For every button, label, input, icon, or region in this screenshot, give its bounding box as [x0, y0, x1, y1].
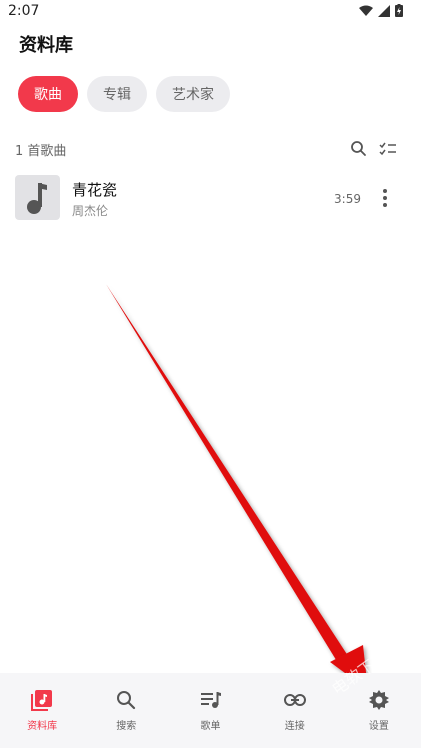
- nav-playlist[interactable]: 歌单: [168, 673, 252, 748]
- chip-songs[interactable]: 歌曲: [18, 76, 78, 112]
- nav-search-label: 搜索: [116, 721, 137, 732]
- annotation-arrow: [106, 284, 368, 690]
- music-note-icon: [26, 182, 47, 214]
- nav-settings[interactable]: 设置: [337, 673, 421, 748]
- wifi-icon: [359, 5, 373, 16]
- chip-artists[interactable]: 艺术家: [156, 76, 230, 112]
- song-artist: 周杰伦: [72, 204, 109, 218]
- status-icons: [359, 4, 403, 17]
- nav-playlist-label: 歌单: [200, 721, 221, 732]
- battery-icon: [395, 4, 403, 17]
- more-options-icon[interactable]: [381, 187, 389, 209]
- nav-library[interactable]: 资料库: [0, 673, 84, 748]
- chip-albums[interactable]: 专辑: [87, 76, 147, 112]
- library-icon: [30, 688, 54, 712]
- nav-library-label: 资料库: [27, 721, 58, 732]
- nav-connect-label: 连接: [284, 721, 305, 732]
- multi-select-icon[interactable]: [378, 139, 398, 159]
- nav-connect[interactable]: 连接: [253, 673, 337, 748]
- search-icon: [114, 688, 138, 712]
- link-icon: [283, 688, 307, 712]
- status-time: 2:07: [8, 3, 40, 19]
- list-header: 1 首歌曲: [15, 139, 405, 159]
- nav-search[interactable]: 搜索: [84, 673, 168, 748]
- nav-settings-label: 设置: [368, 721, 389, 732]
- song-count: 1 首歌曲: [15, 144, 67, 159]
- status-bar: 2:07: [0, 0, 421, 24]
- filter-chips: 歌曲 专辑 艺术家: [18, 76, 230, 112]
- cellular-signal-icon: [378, 4, 390, 17]
- list-item[interactable]: 青花瓷 周杰伦 3:59: [15, 175, 405, 221]
- gear-icon: [367, 688, 391, 712]
- page-title: 资料库: [19, 35, 73, 56]
- playlist-icon: [199, 688, 223, 712]
- song-title: 青花瓷: [72, 181, 118, 199]
- search-icon[interactable]: [349, 139, 369, 159]
- song-duration: 3:59: [334, 192, 361, 206]
- album-art: [15, 175, 60, 220]
- bottom-nav: 资料库 搜索 歌单 连接 设置: [0, 673, 421, 748]
